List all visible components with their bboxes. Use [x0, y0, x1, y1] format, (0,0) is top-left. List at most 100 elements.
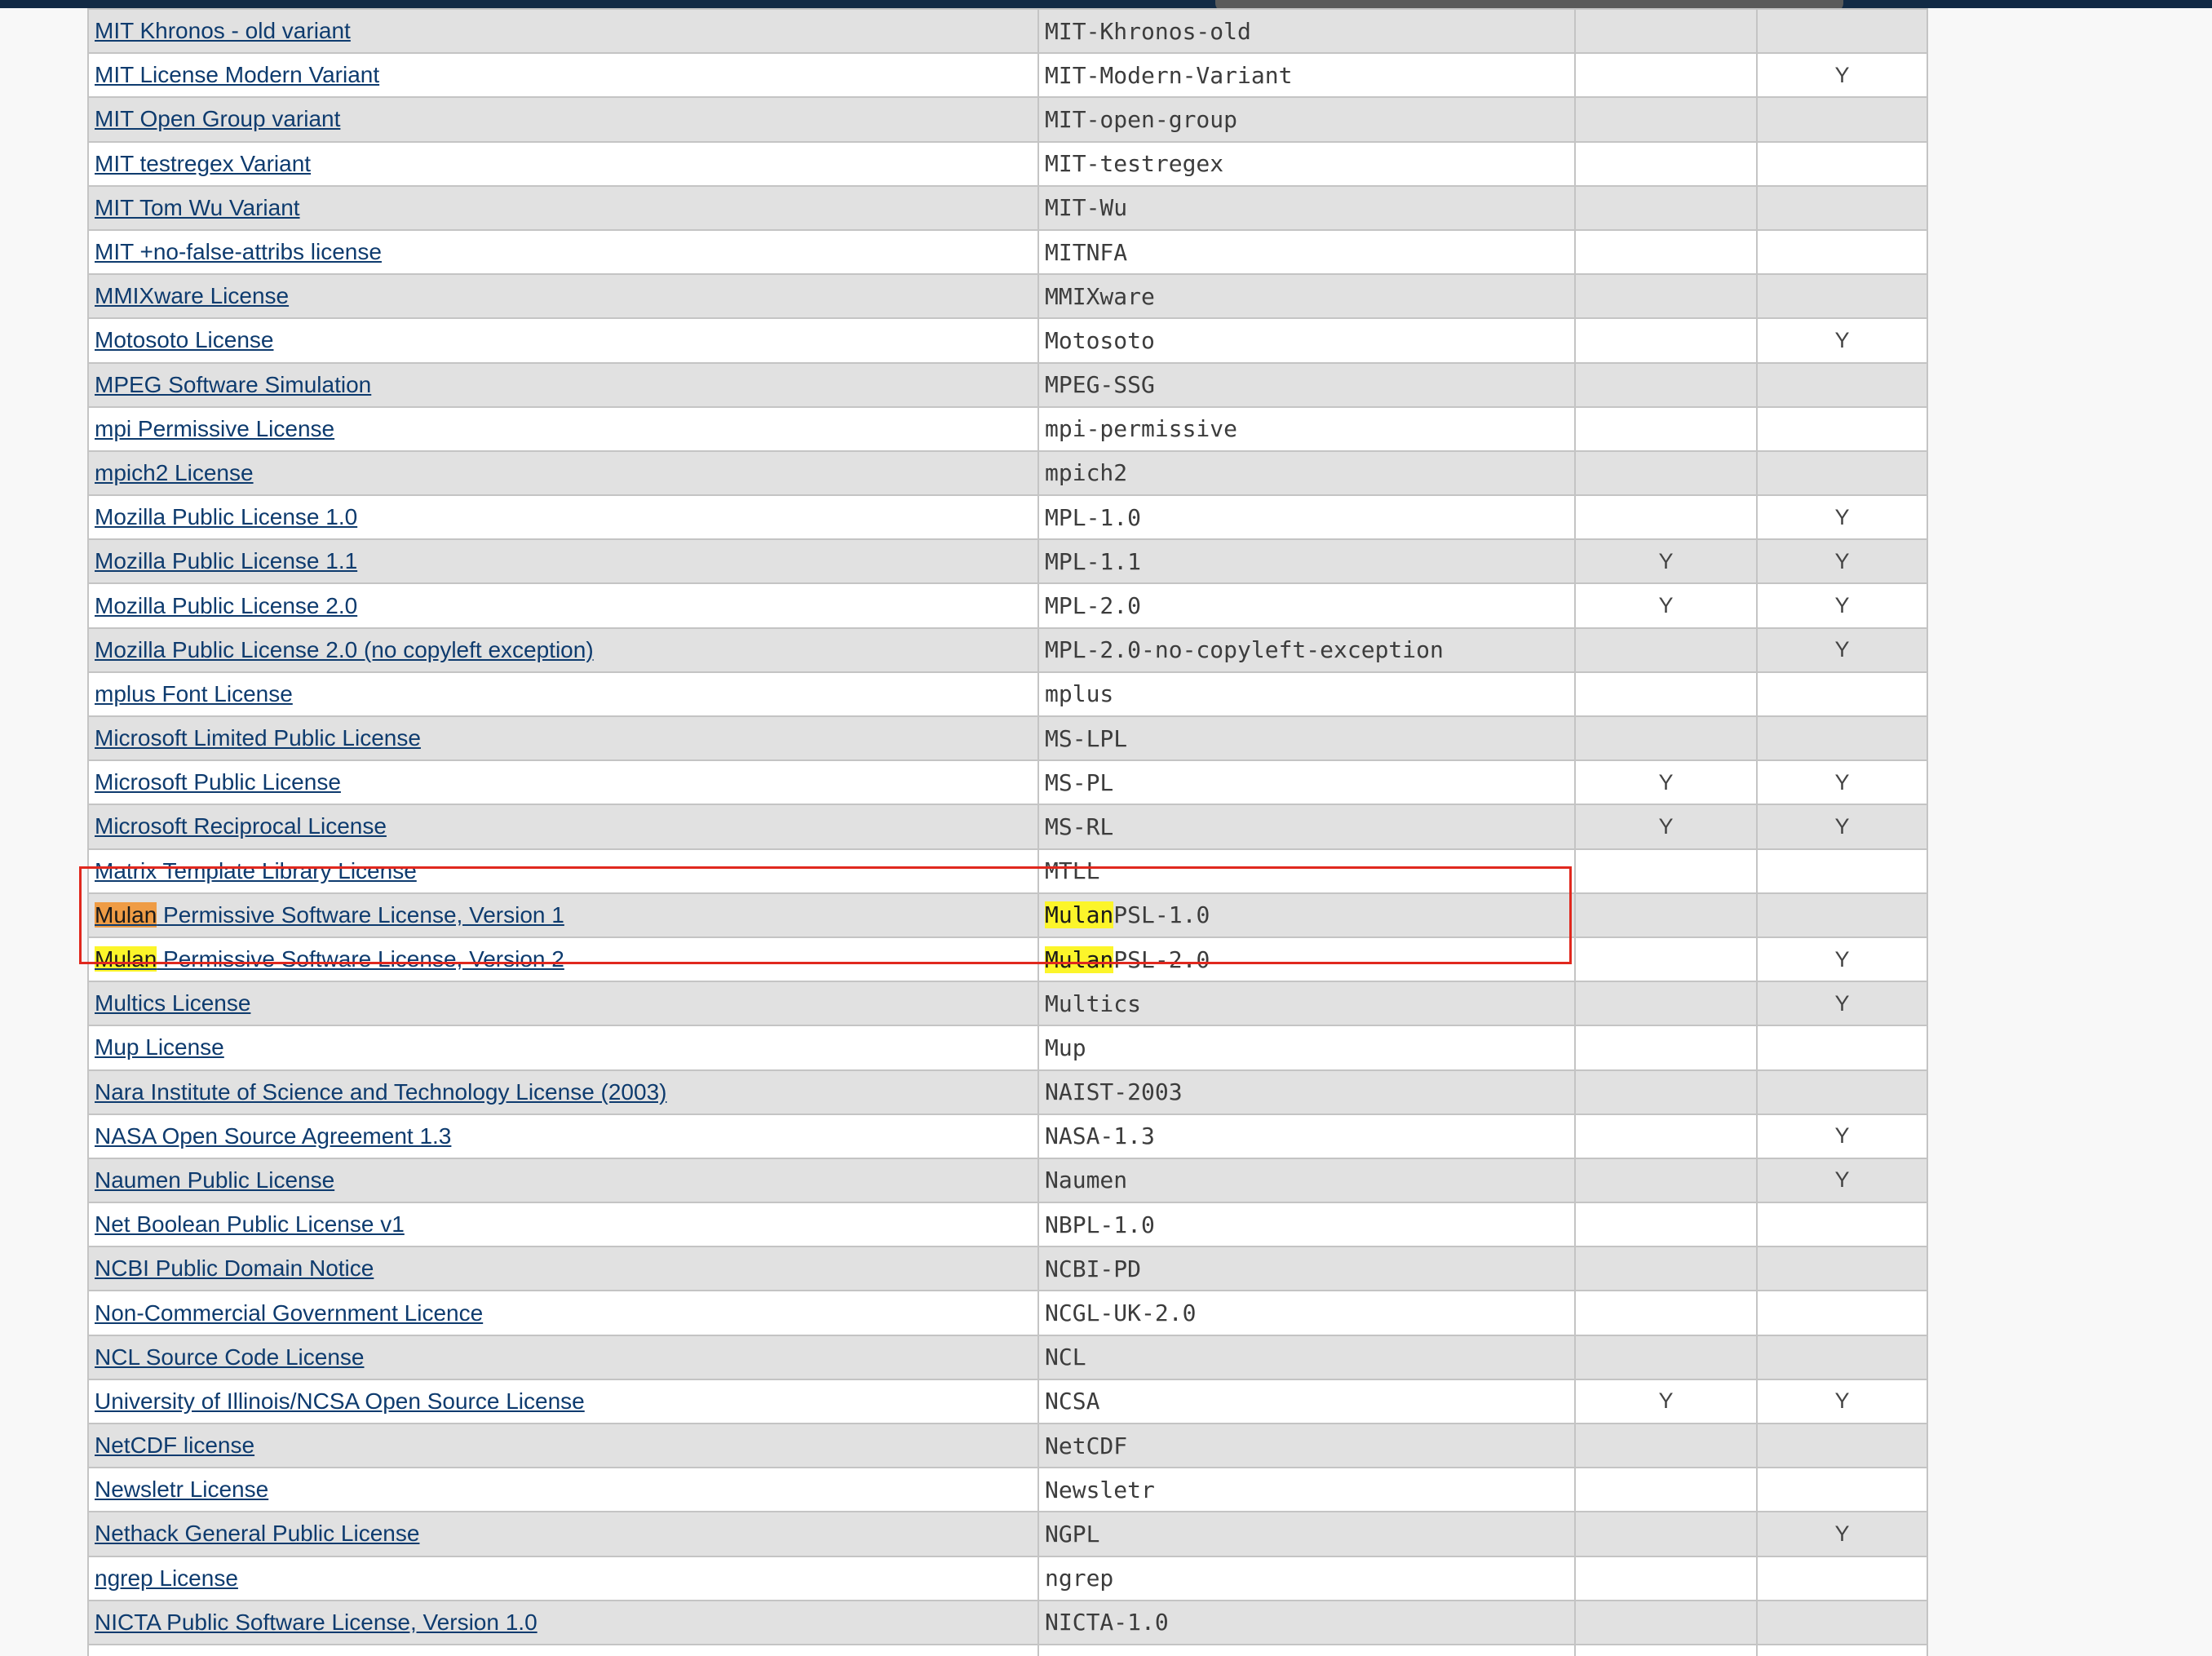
license-name-link[interactable]: Multics License	[95, 990, 250, 1016]
license-name-link[interactable]: NetCDF license	[95, 1432, 254, 1458]
table-row: Motosoto License Motosoto Y	[87, 317, 1928, 364]
osi-approved-cell	[1574, 1555, 1758, 1601]
license-name-link[interactable]: Naumen Public License	[95, 1167, 334, 1193]
license-name-link[interactable]: Newsletr License	[95, 1477, 268, 1502]
license-identifier: NBPL-1.0	[1045, 1211, 1155, 1238]
fsf-libre-cell	[1756, 449, 1928, 497]
license-name-link[interactable]: MPEG Software Simulation	[95, 372, 371, 397]
license-name-link[interactable]: University of Illinois/NCSA Open Source …	[95, 1388, 585, 1414]
osi-approved-cell	[1574, 449, 1758, 497]
license-name-link[interactable]: MIT Open Group variant	[95, 106, 340, 131]
license-name-text: MIT testregex Variant	[95, 150, 312, 176]
license-identifier-text: MS-PL	[1045, 768, 1114, 796]
license-name-link[interactable]: Microsoft Limited Public License	[95, 725, 421, 751]
license-name-text: MIT License Modern Variant	[95, 62, 380, 88]
license-name-link[interactable]: NASA Open Source Agreement 1.3	[95, 1123, 451, 1149]
license-identifier: MIT-open-group	[1045, 106, 1237, 133]
license-name-text: NICTA Public Software License, Version 1…	[95, 1609, 538, 1635]
license-identifier-cell: MPEG-SSG	[1037, 361, 1576, 408]
license-name-link[interactable]: Microsoft Reciprocal License	[95, 813, 387, 839]
license-name-link[interactable]: MIT Khronos - old variant	[95, 18, 351, 43]
license-identifier: MIT-Modern-Variant	[1045, 62, 1292, 89]
license-name-link[interactable]: NCBI Public Domain Notice	[95, 1255, 374, 1281]
osi-approved-cell	[1574, 184, 1758, 231]
fsf-libre-cell	[1756, 1290, 1928, 1336]
browser-top-bar	[0, 0, 2212, 8]
osi-approved-cell: Y	[1574, 538, 1758, 585]
license-identifier-cell: MS-RL	[1037, 804, 1576, 850]
table-row: Mulan Permissive Software License, Versi…	[87, 936, 1928, 983]
license-identifier: MPL-2.0	[1045, 592, 1141, 619]
license-name-text: Motosoto License	[95, 327, 274, 353]
license-identifier-text: NIST-PD	[1045, 1654, 1141, 1656]
license-name-link[interactable]: NICTA Public Software License, Version 1…	[95, 1610, 538, 1635]
osi-approved-cell	[1574, 1643, 1758, 1656]
license-name-link[interactable]: Motosoto License	[95, 327, 273, 352]
fsf-libre-cell: Y	[1756, 538, 1928, 585]
license-name-cell: NCL Source Code License	[87, 1334, 1039, 1380]
fsf-libre-cell: Y	[1756, 759, 1928, 806]
fsf-libre-cell: Y	[1756, 494, 1928, 541]
license-identifier: mpi-permissive	[1045, 415, 1237, 442]
license-identifier: ngrep	[1045, 1565, 1113, 1592]
license-name-text: NCBI Public Domain Notice	[95, 1255, 374, 1282]
license-identifier-cell: NCL	[1037, 1334, 1576, 1380]
license-name-link[interactable]: MIT Tom Wu Variant	[95, 195, 300, 220]
license-name-link[interactable]: MIT License Modern Variant	[95, 62, 379, 87]
license-name-link[interactable]: Net Boolean Public License v1	[95, 1211, 405, 1237]
osi-approved-cell	[1574, 892, 1758, 938]
license-identifier-text: NAIST-2003	[1045, 1078, 1183, 1106]
license-name-text: Net Boolean Public License v1	[95, 1211, 405, 1238]
license-name-link[interactable]: Mozilla Public License 2.0	[95, 593, 357, 618]
license-name-text: Matrix Template Library License	[95, 857, 417, 883]
license-identifier-cell: MPL-2.0-no-copyleft-exception	[1037, 627, 1576, 673]
osi-approved-cell	[1574, 1599, 1758, 1645]
fsf-libre-cell	[1756, 1643, 1928, 1656]
license-name-text: Nethack General Public License	[95, 1521, 420, 1547]
fsf-libre-cell: Y	[1756, 804, 1928, 850]
license-name-link[interactable]: Non-Commercial Government Licence	[95, 1300, 483, 1326]
license-name-link[interactable]: mpich2 License	[95, 460, 254, 485]
license-identifier-cell: Newsletr	[1037, 1467, 1576, 1513]
license-name-link[interactable]: MMIXware License	[95, 283, 289, 308]
license-name-link[interactable]: mplus Font License	[95, 681, 293, 706]
license-name-cell: Mozilla Public License 2.0 (no copyleft …	[87, 627, 1039, 673]
license-name-link[interactable]: ngrep License	[95, 1565, 238, 1591]
license-name-link[interactable]: Microsoft Public License	[95, 769, 341, 795]
license-identifier: MIT-Wu	[1045, 194, 1127, 221]
license-identifier-cell: NCBI-PD	[1037, 1246, 1576, 1292]
license-name-link[interactable]: Mozilla Public License 1.0	[95, 504, 357, 529]
osi-approved-cell	[1574, 1157, 1758, 1204]
license-identifier: MPL-2.0-no-copyleft-exception	[1045, 636, 1444, 663]
license-identifier-text: mplus	[1045, 680, 1114, 708]
license-identifier-text: Newsletr	[1045, 1476, 1155, 1503]
license-name-link[interactable]: Mulan Permissive Software License, Versi…	[95, 901, 564, 928]
license-name-link[interactable]: Mozilla Public License 1.1	[95, 548, 357, 573]
table-row: Mozilla Public License 1.1 MPL-1.1 Y Y	[87, 538, 1928, 585]
license-identifier-text: MIT-testregex	[1045, 150, 1224, 178]
license-name-link[interactable]: NCL Source Code License	[95, 1344, 364, 1370]
license-name-link[interactable]: mpi Permissive License	[95, 416, 334, 441]
license-identifier-cell: NetCDF	[1037, 1422, 1576, 1469]
license-name-link[interactable]: Mozilla Public License 2.0 (no copyleft …	[95, 637, 594, 662]
license-identifier-text: ngrep	[1045, 1565, 1114, 1592]
license-name-link[interactable]: Matrix Template Library License	[95, 858, 417, 883]
license-identifier-text: mpi-permissive	[1045, 415, 1238, 443]
license-name-text: mplus Font License	[95, 680, 293, 706]
osi-approved-cell	[1574, 1422, 1758, 1469]
license-name-cell: mplus Font License	[87, 671, 1039, 718]
license-name-link[interactable]: Nara Institute of Science and Technology…	[95, 1079, 666, 1105]
license-name-cell: MIT Tom Wu Variant	[87, 184, 1039, 231]
table-row: MIT +no-false-attribs license MITNFA	[87, 228, 1928, 276]
license-name-link[interactable]: Mulan Permissive Software License, Versi…	[95, 946, 564, 972]
license-name-link[interactable]: Mup License	[95, 1034, 224, 1060]
license-name-link[interactable]: MIT testregex Variant	[95, 151, 311, 176]
license-identifier-text: MPEG-SSG	[1045, 371, 1155, 399]
license-name-cell: Motosoto License	[87, 317, 1039, 364]
license-name-cell: NCBI Public Domain Notice	[87, 1246, 1039, 1292]
license-name-link[interactable]: MIT +no-false-attribs license	[95, 239, 382, 264]
license-identifier-text: NCGL-UK-2.0	[1045, 1300, 1197, 1327]
license-identifier-cell: NBPL-1.0	[1037, 1202, 1576, 1248]
license-name-link[interactable]: Nethack General Public License	[95, 1521, 419, 1546]
license-name-text: MIT Open Group variant	[95, 106, 341, 132]
